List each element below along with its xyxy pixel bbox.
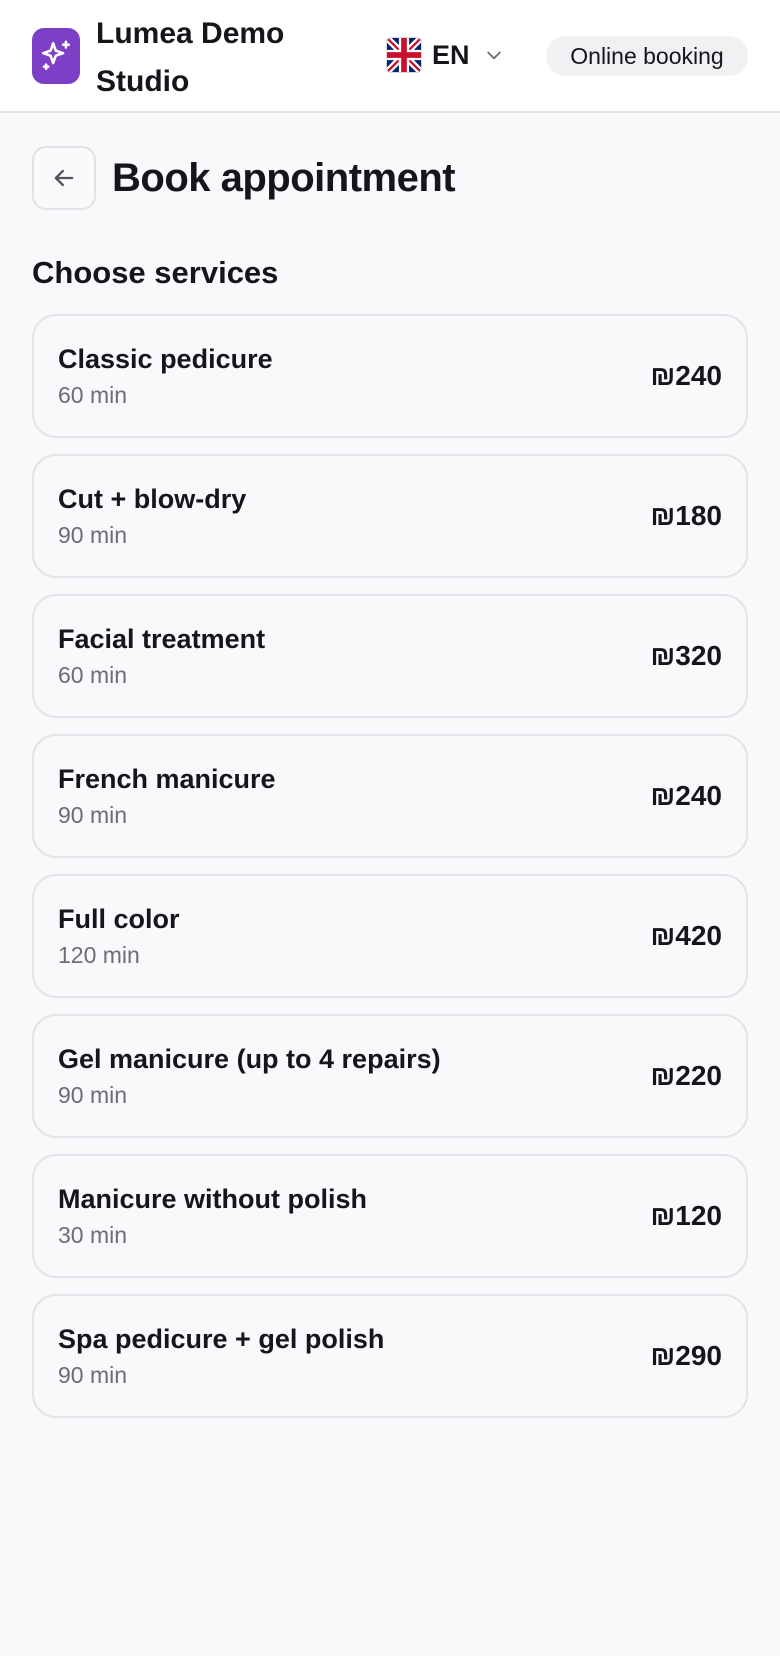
service-name: Gel manicure (up to 4 repairs): [58, 1044, 441, 1074]
service-name: Full color: [58, 904, 180, 934]
service-duration: 120 min: [58, 942, 140, 968]
top-header: Lumea Demo Studio EN Online booking: [0, 0, 780, 113]
uk-flag-icon: [386, 37, 422, 73]
language-code: EN: [432, 39, 470, 70]
online-booking-badge: Online booking: [546, 36, 748, 76]
service-name: Manicure without polish: [58, 1184, 367, 1214]
chevron-down-icon: [486, 51, 501, 60]
service-price: ₪320: [650, 640, 722, 671]
service-name: French manicure: [58, 764, 276, 794]
service-duration: 60 min: [58, 382, 128, 408]
brand-logo[interactable]: [32, 28, 80, 84]
service-price: ₪180: [650, 500, 722, 531]
service-duration: 30 min: [58, 1222, 128, 1248]
service-card[interactable]: French manicure 90 min ₪240: [32, 734, 748, 858]
language-selector[interactable]: EN: [386, 36, 504, 74]
service-name: Spa pedicure + gel polish: [58, 1324, 385, 1354]
service-price: ₪240: [650, 780, 722, 811]
section-title: Choose services: [32, 255, 279, 290]
page-title: Book appointment: [112, 156, 456, 200]
service-card[interactable]: Spa pedicure + gel polish 90 min ₪290: [32, 1294, 748, 1418]
service-price: ₪290: [650, 1340, 722, 1371]
service-price: ₪420: [650, 920, 722, 951]
arrow-left-icon: [54, 169, 74, 187]
service-price: ₪120: [650, 1200, 722, 1231]
service-card[interactable]: Facial treatment 60 min ₪320: [32, 594, 748, 718]
service-name: Cut + blow-dry: [58, 484, 247, 514]
back-button[interactable]: [32, 146, 96, 210]
service-name: Classic pedicure: [58, 344, 273, 374]
service-card[interactable]: Full color 120 min ₪420: [32, 874, 748, 998]
service-duration: 90 min: [58, 1362, 128, 1388]
service-duration: 60 min: [58, 662, 128, 688]
brand-name: Lumea Demo Studio: [96, 17, 285, 98]
service-duration: 90 min: [58, 802, 128, 828]
service-duration: 90 min: [58, 1082, 128, 1108]
service-card[interactable]: Manicure without polish 30 min ₪120: [32, 1154, 748, 1278]
sparkles-icon: [41, 40, 71, 71]
service-card[interactable]: Classic pedicure 60 min ₪240: [32, 314, 748, 438]
service-price: ₪240: [650, 360, 722, 391]
service-list: Classic pedicure 60 min ₪240 Cut + blow-…: [32, 314, 748, 1434]
service-duration: 90 min: [58, 522, 128, 548]
service-card[interactable]: Cut + blow-dry 90 min ₪180: [32, 454, 748, 578]
service-card[interactable]: Gel manicure (up to 4 repairs) 90 min ₪2…: [32, 1014, 748, 1138]
service-name: Facial treatment: [58, 624, 266, 654]
service-price: ₪220: [650, 1060, 722, 1091]
